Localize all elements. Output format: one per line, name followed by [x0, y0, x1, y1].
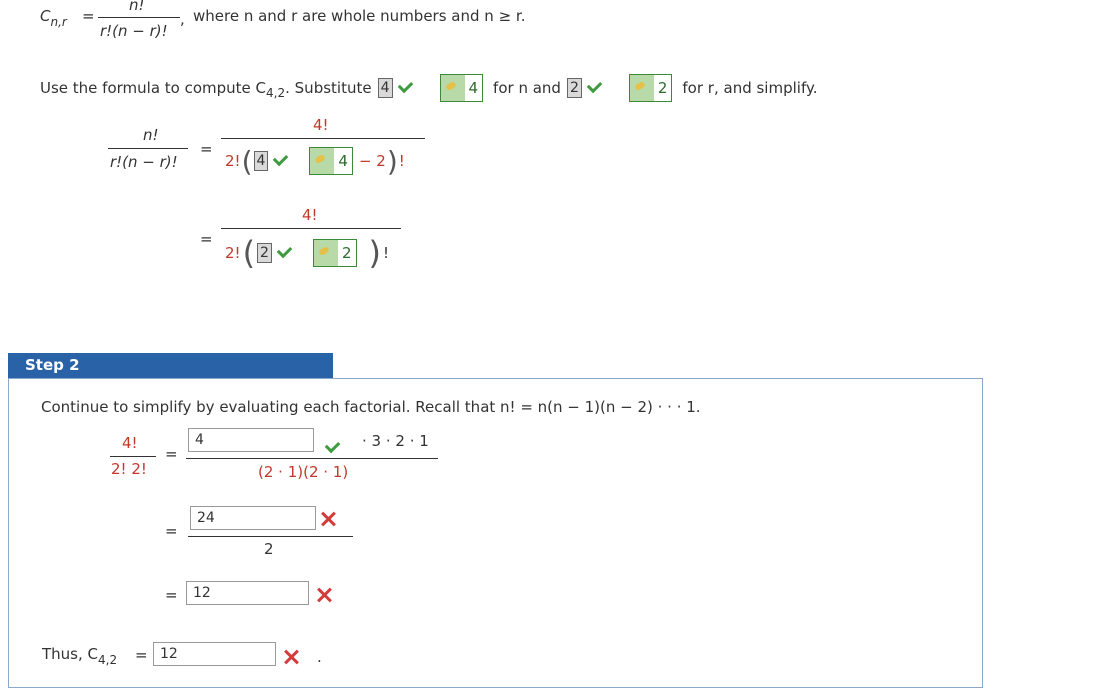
row2-answer-key: 2: [312, 239, 357, 267]
key-icon: [440, 75, 465, 101]
formula-lhs: Cn,r: [40, 7, 67, 29]
thus-label: Thus, C4,2: [42, 645, 118, 667]
key-icon: [629, 75, 654, 101]
step2-denominator-1: (2 · 1)(2 · 1): [258, 463, 349, 481]
lhs-numerator: n!: [143, 126, 159, 144]
formula-eq: =: [82, 7, 95, 25]
check-icon: [586, 77, 603, 93]
step2-lhs-denominator: 2! 2!: [111, 460, 147, 478]
x-icon: [319, 510, 337, 528]
answer-input-4[interactable]: 12: [153, 642, 276, 666]
n-value-box[interactable]: 4: [377, 78, 393, 98]
x-icon: [282, 648, 300, 666]
n-answer-key: 4: [439, 74, 484, 102]
recall-text: Continue to simplify by evaluating each …: [41, 398, 701, 416]
factorial-tail: · 3 · 2 · 1: [362, 432, 429, 450]
r-value-box[interactable]: 2: [566, 78, 582, 98]
instruction-line: Use the formula to compute C 4,2. Substit…: [40, 74, 817, 102]
key-icon: [310, 148, 335, 174]
row1-denominator: 2! ( 4 4 − 2 ) !: [225, 144, 405, 178]
row2-denominator: 2! ( 2 2 ) !: [225, 234, 390, 272]
row1-n-box[interactable]: 4: [253, 151, 269, 171]
key-icon: [313, 240, 338, 266]
lhs-denominator: r!(n − r)!: [110, 153, 178, 171]
formula-numerator: n!: [129, 0, 145, 14]
step2-denominator-2: 2: [264, 540, 274, 558]
answer-input-2[interactable]: 24: [190, 506, 316, 530]
check-icon: [273, 150, 289, 166]
row1-numerator: 4!: [313, 116, 329, 134]
check-icon: [397, 77, 413, 93]
row2-numerator: 4!: [302, 206, 318, 224]
r-answer-key: 2: [628, 74, 673, 102]
x-icon: [315, 586, 333, 604]
formula-denominator: r!(n − r)!: [100, 22, 168, 40]
step2-lhs-numerator: 4!: [122, 434, 138, 452]
row1-answer-key: 4: [309, 147, 353, 175]
check-icon: [276, 242, 293, 258]
step-2-header: Step 2: [8, 353, 333, 378]
answer-input-3[interactable]: 12: [186, 581, 309, 605]
row2-r-box[interactable]: 2: [257, 243, 272, 263]
answer-input-1[interactable]: 4: [188, 428, 314, 452]
formula-condition: where n and r are whole numbers and n ≥ …: [193, 7, 526, 25]
